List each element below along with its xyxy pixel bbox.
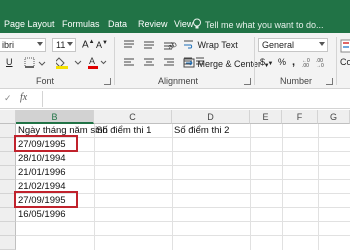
merge-center-button[interactable]: Merge & Center ▼ <box>183 58 270 69</box>
chevron-down-icon <box>67 42 73 46</box>
number-format-value: General <box>262 40 295 50</box>
column-header-g[interactable]: G <box>318 110 350 124</box>
conditional-formatting-label[interactable]: Co <box>340 57 350 67</box>
svg-text:ab: ab <box>166 39 179 51</box>
number-format-select[interactable]: General <box>258 38 328 52</box>
tab-review[interactable]: Review <box>138 19 168 29</box>
gridline <box>250 124 251 250</box>
tab-data[interactable]: Data <box>108 19 127 29</box>
column-header-d[interactable]: D <box>172 110 250 124</box>
conditional-formatting-icon[interactable] <box>340 39 350 53</box>
column-header-e[interactable]: E <box>250 110 282 124</box>
alignment-dialog-launcher[interactable] <box>244 78 251 85</box>
chevron-down-icon <box>37 42 43 46</box>
duplicate-highlight-box <box>14 135 78 152</box>
row-header[interactable] <box>0 166 16 180</box>
font-name-value: ibri <box>2 40 15 50</box>
wrap-text-icon <box>184 40 193 49</box>
currency-format-button[interactable]: $ ▼ <box>260 57 273 67</box>
number-group-label: Number <box>280 76 313 86</box>
date-cell[interactable]: 21/01/1996 <box>18 166 66 180</box>
orientation-icon[interactable]: ab <box>166 37 180 51</box>
decimal-buttons[interactable]: ←0 .00 .00 →0 <box>302 56 332 68</box>
gridline <box>172 124 173 250</box>
check-icon[interactable]: ✓ <box>4 93 12 104</box>
date-cell[interactable]: 28/10/1994 <box>18 152 66 166</box>
gridline <box>16 221 350 222</box>
font-group-label: Font <box>36 76 55 86</box>
tab-page-layout[interactable]: Page Layout <box>4 19 55 29</box>
number-dialog-launcher[interactable] <box>326 78 333 85</box>
grow-font-button[interactable]: A▲ <box>82 39 95 50</box>
column-header-b[interactable]: B <box>16 110 94 124</box>
font-size-value: 11 <box>56 40 66 50</box>
tab-view[interactable]: View <box>174 19 193 29</box>
ribbon: ibri 11 A▲ A▼ U A Font ab Wrap Text Merg… <box>0 33 350 89</box>
gridline <box>16 235 350 236</box>
select-all-corner[interactable] <box>0 110 16 124</box>
tell-me-box[interactable]: Tell me what you want to do... <box>192 18 324 30</box>
cell-d-header[interactable]: Số điểm thi 2 <box>174 124 229 138</box>
percent-format-button[interactable]: % <box>278 57 286 67</box>
row-header[interactable] <box>0 152 16 166</box>
font-size-select[interactable]: 11 <box>52 38 76 52</box>
function-icon[interactable]: fx <box>20 92 27 103</box>
row-header[interactable] <box>0 236 16 250</box>
currency-icon: $ <box>260 57 266 67</box>
horizontal-align-buttons[interactable] <box>122 57 180 69</box>
row-header[interactable] <box>0 222 16 236</box>
gridline <box>16 165 350 166</box>
svg-text:A: A <box>89 56 95 66</box>
svg-text:.00: .00 <box>302 63 309 68</box>
lightbulb-icon <box>193 18 201 29</box>
chevron-down-icon <box>319 42 325 46</box>
gridline <box>282 124 283 250</box>
ribbon-tab-bar: Page Layout Formulas Data Review View Te… <box>0 0 350 33</box>
column-header-c[interactable]: C <box>94 110 172 124</box>
font-dialog-launcher[interactable] <box>104 78 111 85</box>
gridline <box>16 179 350 180</box>
row-header[interactable] <box>0 208 16 222</box>
merge-icon <box>183 58 195 68</box>
tab-formulas[interactable]: Formulas <box>62 19 100 29</box>
merge-center-label: Merge & Center <box>197 59 262 69</box>
underline-button[interactable]: U <box>6 57 13 67</box>
font-color-button[interactable]: A <box>88 55 108 69</box>
font-name-select[interactable]: ibri <box>0 38 46 52</box>
duplicate-highlight-box <box>14 191 78 208</box>
formula-input[interactable] <box>42 91 350 107</box>
group-separator <box>114 37 115 85</box>
group-separator <box>254 37 255 85</box>
svg-text:→0: →0 <box>316 63 324 68</box>
shrink-font-button[interactable]: A▼ <box>96 40 108 50</box>
cell-c-header[interactable]: Số điểm thi 1 <box>96 124 151 138</box>
group-separator <box>336 37 337 85</box>
alignment-group-label: Alignment <box>158 76 199 86</box>
wrap-text-label: Wrap Text <box>197 40 238 50</box>
date-cell[interactable]: 16/05/1996 <box>18 208 66 222</box>
formula-bar: ✓ fx <box>0 89 350 109</box>
gridline <box>318 124 319 250</box>
gridline <box>94 124 95 250</box>
fill-color-button[interactable] <box>56 55 86 69</box>
wrap-text-button[interactable]: Wrap Text <box>183 39 238 50</box>
comma-format-button[interactable]: , <box>292 56 295 68</box>
borders-button[interactable] <box>24 57 50 69</box>
tell-me-text: Tell me what you want to do... <box>205 20 324 30</box>
column-header-f[interactable]: F <box>282 110 318 124</box>
